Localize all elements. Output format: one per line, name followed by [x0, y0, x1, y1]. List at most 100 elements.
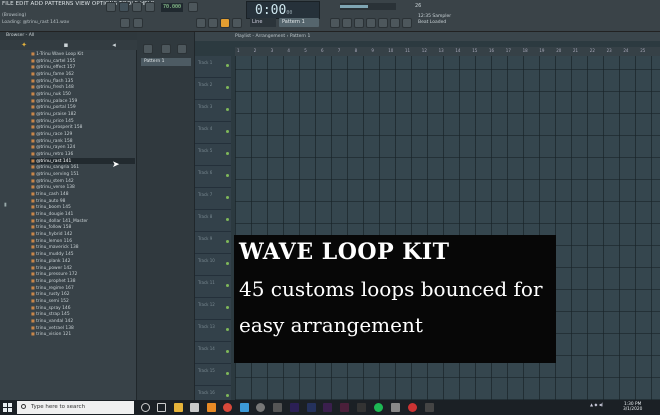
plugin-icon[interactable] — [390, 18, 400, 28]
browser-file-item[interactable]: @trinu_price 145 — [30, 118, 135, 125]
browser-file-item[interactable]: trinu_boom 145 — [30, 204, 135, 211]
metronome-icon[interactable] — [188, 2, 198, 12]
knob-icon[interactable] — [133, 18, 143, 28]
browser-file-item[interactable]: trinu_pressure 172 — [30, 271, 135, 278]
app-icon[interactable] — [408, 403, 417, 412]
browser-file-item[interactable]: trinu_dollar 141_Master — [30, 218, 135, 225]
app-icon[interactable] — [273, 403, 282, 412]
app-icon[interactable] — [391, 403, 400, 412]
snap-mode-select[interactable]: Line — [250, 18, 276, 27]
timeline-ruler[interactable]: 1 2 3 4 5 6 7 8 9 10 11 12 13 14 15 16 17 18 19 20 21 22 23 24 2… — [235, 47, 660, 56]
browser-file-item[interactable]: @trinu_effect 157 — [30, 64, 135, 71]
browser-file-item[interactable]: trinu_strap 145 — [30, 311, 135, 318]
track-led-icon[interactable] — [226, 350, 229, 353]
browser-file-item[interactable]: @trinu_rank 158 — [30, 138, 135, 145]
app-icon[interactable] — [256, 403, 265, 412]
taskbar-clock[interactable]: 1:30 PM 3/1/2020 — [623, 402, 642, 412]
browser-file-item[interactable]: @trinu_rayen 124 — [30, 144, 135, 151]
track-header[interactable]: Track 11 — [195, 276, 231, 298]
browser-file-item[interactable]: trinu_vandal 142 — [30, 318, 135, 325]
track-header[interactable]: Track 14 — [195, 342, 231, 364]
browser-file-item[interactable]: trinu_maverick 138 — [30, 244, 135, 251]
pattern-mode-icon[interactable] — [208, 18, 218, 28]
browser-file-item[interactable]: @trinu_fresh 148 — [30, 84, 135, 91]
store-icon[interactable] — [190, 403, 199, 412]
browser-file-item[interactable]: trinu_cash 148 — [30, 191, 135, 198]
song-time-display[interactable]: 0:0000 — [246, 1, 320, 19]
browser-file-item[interactable]: trinu_prophet 138 — [30, 278, 135, 285]
track-led-icon[interactable] — [226, 240, 229, 243]
track-led-icon[interactable] — [226, 86, 229, 89]
browser-file-item[interactable]: @trinu_flash 135 — [30, 78, 135, 85]
track-led-icon[interactable] — [226, 64, 229, 67]
browser-file-item[interactable]: @trinu_nuk 150 — [30, 91, 135, 98]
browser-file-item[interactable]: @trinu_portal 159 — [30, 104, 135, 111]
typing-keyboard-icon[interactable] — [220, 18, 230, 28]
system-tray[interactable]: ▲ ◆ ◀) — [590, 402, 603, 407]
record-icon[interactable] — [145, 2, 155, 12]
track-led-icon[interactable] — [226, 394, 229, 397]
browser-file-item[interactable]: trinu_spray 146 — [30, 305, 135, 312]
settings-icon[interactable] — [402, 18, 412, 28]
browser-file-item[interactable]: trinu_semi 152 — [30, 298, 135, 305]
browser-file-item[interactable]: trinu_regime 167 — [30, 285, 135, 292]
track-led-icon[interactable] — [226, 130, 229, 133]
track-header[interactable]: Track 7 — [195, 188, 231, 210]
browser-icon[interactable] — [378, 18, 388, 28]
track-header[interactable]: Track 5 — [195, 144, 231, 166]
browser-file-item[interactable]: trinu_auto 98 — [30, 198, 135, 205]
track-led-icon[interactable] — [226, 174, 229, 177]
track-header[interactable]: Track 9 — [195, 232, 231, 254]
browser-file-item[interactable]: @trinu_race 129 — [30, 131, 135, 138]
pattern-selector[interactable]: Pattern 1 — [279, 18, 319, 27]
browser-file-item[interactable]: @trinu_palace 159 — [30, 98, 135, 105]
browser-file-item[interactable]: @trinu_serving 151 — [30, 171, 135, 178]
file-explorer-icon[interactable] — [174, 403, 183, 412]
browser-file-item[interactable]: trinu_lemon 116 — [30, 238, 135, 245]
browser-file-item[interactable]: trinu_muddy 145 — [30, 251, 135, 258]
arrow-icon[interactable] — [161, 44, 171, 54]
snap-icon[interactable] — [196, 18, 206, 28]
app-icon[interactable] — [340, 403, 349, 412]
browser-file-item[interactable]: @trinu_prosperit 158 — [30, 124, 135, 131]
browser-file-item[interactable]: @trinu_stem 142 — [30, 178, 135, 185]
track-header[interactable]: Track 12 — [195, 298, 231, 320]
step-edit-icon[interactable] — [232, 18, 242, 28]
browser-file-item[interactable]: trinu_hybrid 142 — [30, 231, 135, 238]
browser-file-item[interactable]: trinu_plank 142 — [30, 258, 135, 265]
premiere-icon[interactable] — [290, 403, 299, 412]
browser-file-item[interactable]: @trinu_fame 162 — [30, 71, 135, 78]
mixer-icon[interactable] — [366, 18, 376, 28]
track-led-icon[interactable] — [226, 284, 229, 287]
track-header[interactable]: Track 8 — [195, 210, 231, 232]
knob-icon[interactable] — [120, 18, 130, 28]
task-view-icon[interactable] — [157, 403, 166, 412]
track-header[interactable]: Track 15 — [195, 364, 231, 386]
folder-icon[interactable]: ▪ — [62, 41, 70, 49]
spotify-icon[interactable] — [374, 403, 383, 412]
browser-file-item[interactable]: @trinu_verse 138 — [30, 184, 135, 191]
track-led-icon[interactable] — [226, 262, 229, 265]
menu-icon[interactable] — [143, 44, 153, 54]
pencil-icon[interactable] — [177, 44, 187, 54]
star-icon[interactable]: ✦ — [20, 41, 28, 49]
browser-file-item[interactable]: trinu_vetrael 138 — [30, 325, 135, 332]
browser-file-item[interactable]: 1-Trinu Wave Loop Kit — [30, 51, 135, 58]
playlist-icon[interactable] — [330, 18, 340, 28]
track-led-icon[interactable] — [226, 372, 229, 375]
track-led-icon[interactable] — [226, 196, 229, 199]
scroll-marker-icon[interactable]: ▮ — [4, 202, 7, 208]
browser-file-item[interactable]: trinu_rusty 162 — [30, 291, 135, 298]
track-led-icon[interactable] — [226, 218, 229, 221]
browser-file-item[interactable]: trinu_follow 158 — [30, 224, 135, 231]
browser-file-item[interactable]: @trinu_praise 182 — [30, 111, 135, 118]
browser-file-item[interactable]: @trinu_retro 136 — [30, 151, 135, 158]
stop-icon[interactable] — [132, 2, 142, 12]
record-button[interactable] — [106, 2, 116, 12]
photoshop-icon[interactable] — [307, 403, 316, 412]
tempo-display[interactable]: 70.000 — [161, 3, 183, 12]
track-header[interactable]: Track 3 — [195, 100, 231, 122]
fl-studio-icon[interactable] — [207, 403, 216, 412]
track-led-icon[interactable] — [226, 306, 229, 309]
browser-file-item[interactable]: trinu_dougie 141 — [30, 211, 135, 218]
